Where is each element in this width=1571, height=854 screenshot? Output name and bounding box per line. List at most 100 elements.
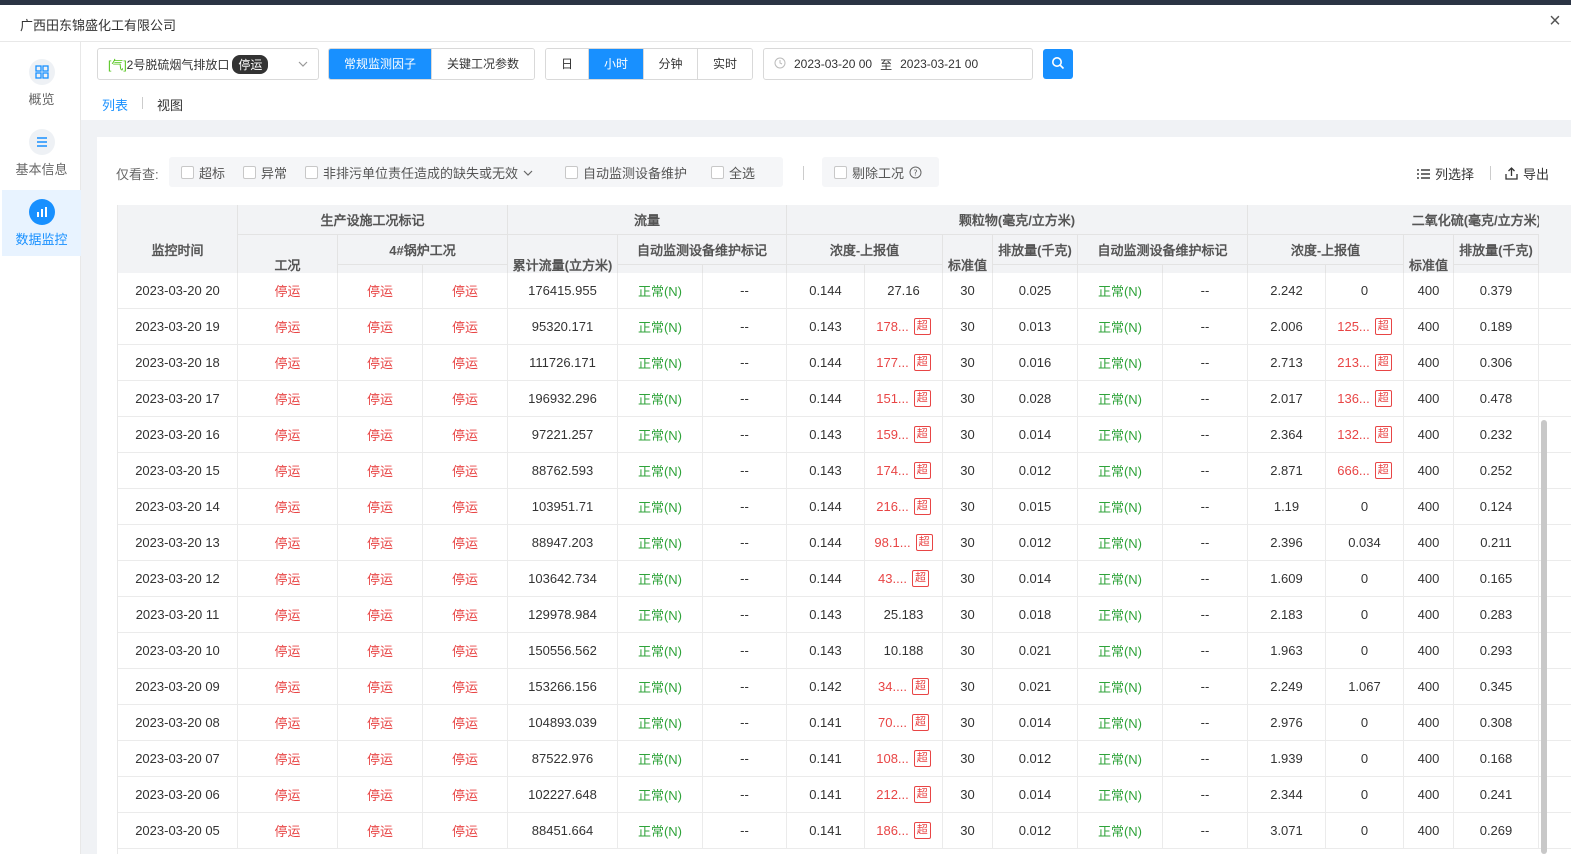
cell-value: 136...: [1337, 391, 1370, 406]
exceed-badge[interactable]: 超: [913, 426, 931, 443]
exceed-badge[interactable]: 超: [1374, 318, 1392, 335]
cell-so_e: 0.232: [1454, 417, 1539, 452]
exceed-badge[interactable]: 超: [913, 318, 931, 335]
cell-value: 30: [960, 355, 975, 370]
tab-realtime[interactable]: 实时: [698, 49, 752, 79]
column-select-button[interactable]: 列选择: [1417, 164, 1474, 183]
cell-so_c: 125... 超: [1326, 309, 1404, 344]
filter-missing[interactable]: 非排污单位责任造成的缺失或无效: [305, 163, 533, 182]
cell-pm_c: 186... 超: [865, 813, 943, 848]
sidebar-item-data-monitor[interactable]: 数据监控: [2, 190, 81, 256]
exceed-badge[interactable]: 超: [915, 534, 933, 551]
table-row[interactable]: 2023-03-20 10 停运 停运 停运 150556.562 正常(N) -- 0.14…: [118, 633, 1571, 669]
filter-option-label: 全选: [729, 166, 756, 181]
date-range-picker[interactable]: 2023-03-20 00 至 2023-03-21 00: [763, 48, 1033, 80]
cell-fman: --: [703, 669, 787, 704]
filter-abnormal[interactable]: 异常: [243, 163, 287, 182]
cell-cond: 停运: [238, 273, 338, 308]
cell-pm_c: 216... 超: [865, 489, 943, 524]
cell-bman: 停运: [423, 345, 508, 380]
sidebar-item-basic-info[interactable]: 基本信息: [2, 120, 81, 186]
close-icon[interactable]: ×: [1545, 11, 1565, 31]
cell-value: 停运: [366, 608, 393, 623]
cell-pman: --: [1163, 669, 1248, 704]
cell-value: 2023-03-20 11: [135, 607, 220, 622]
table-row[interactable]: 2023-03-20 14 停运 停运 停运 103951.71 正常(N) -- 0.144…: [118, 489, 1571, 525]
exceed-badge[interactable]: 超: [1374, 354, 1392, 371]
cell-so_s: 400: [1404, 669, 1454, 704]
cell-fauto: 正常(N): [618, 597, 703, 632]
export-label: 导出: [1523, 167, 1550, 182]
cell-value: 1.963: [1270, 643, 1303, 658]
export-button[interactable]: 导出: [1505, 164, 1549, 183]
help-icon[interactable]: ?: [909, 166, 922, 179]
table-row[interactable]: 2023-03-20 05 停运 停运 停运 88451.664 正常(N) -- 0.141…: [118, 813, 1571, 849]
exceed-badge[interactable]: 超: [1374, 462, 1392, 479]
cell-value: 停运: [366, 464, 393, 479]
sidebar-item-overview[interactable]: 概览: [2, 50, 81, 116]
chart-icon: [28, 199, 55, 225]
table-row[interactable]: 2023-03-20 06 停运 停运 停运 102227.648 正常(N) -- 0.14…: [118, 777, 1571, 813]
exceed-badge[interactable]: 超: [1374, 426, 1392, 443]
table-row[interactable]: 2023-03-20 08 停运 停运 停运 104893.039 正常(N) -- 0.14…: [118, 705, 1571, 741]
filter-maintenance[interactable]: 自动监测设备维护: [565, 163, 687, 182]
cell-bauto: 停运: [338, 345, 423, 380]
vertical-scrollbar[interactable]: [1541, 420, 1547, 854]
exceed-badge[interactable]: 超: [913, 498, 931, 515]
cell-fauto: 正常(N): [618, 417, 703, 452]
cell-time: 2023-03-20 14: [118, 489, 238, 524]
tab-regular-factors[interactable]: 常规监测因子: [329, 49, 432, 79]
header-pm-conc: 浓度-上报值: [787, 235, 943, 265]
table-row[interactable]: 2023-03-20 16 停运 停运 停运 97221.257 正常(N) -- 0.143…: [118, 417, 1571, 453]
window-title: 广西田东锦盛化工有限公司: [20, 18, 177, 33]
cell-value: 停运: [451, 824, 478, 839]
exclude-label: 剔除工况: [852, 166, 905, 181]
cell-bman: 停运: [423, 561, 508, 596]
outlet-select[interactable]: [气] 2号脱硫烟气排放口 停运: [97, 48, 319, 80]
tab-view[interactable]: 视图: [157, 95, 183, 114]
table-row[interactable]: 2023-03-20 07 停运 停运 停运 87522.976 正常(N) -- 0.141…: [118, 741, 1571, 777]
filter-exceed[interactable]: 超标: [181, 163, 225, 182]
tab-minute[interactable]: 分钟: [644, 49, 698, 79]
table-row[interactable]: 2023-03-20 15 停运 停运 停运 88762.593 正常(N) -- 0.143…: [118, 453, 1571, 489]
cell-pauto: 正常(N): [1078, 705, 1163, 740]
cell-value: 30: [960, 715, 975, 730]
table-row[interactable]: 2023-03-20 20 停运 停运 停运 176415.955 正常(N) -- 0.14…: [118, 273, 1571, 309]
filter-select-all[interactable]: 全选: [711, 163, 755, 182]
exceed-badge[interactable]: 超: [913, 390, 931, 407]
exclude-condition-checkbox[interactable]: 剔除工况 ?: [834, 163, 922, 182]
table-row[interactable]: 2023-03-20 09 停运 停运 停运 153266.156 正常(N) -- 0.14…: [118, 669, 1571, 705]
toolbar: [气] 2号脱硫烟气排放口 停运 常规监测因子 关键工况参数 日 小时 分钟 实…: [81, 42, 1571, 87]
cell-value: 停运: [451, 392, 478, 407]
cell-value: --: [1200, 715, 1210, 730]
table-row[interactable]: 2023-03-20 13 停运 停运 停运 88947.203 正常(N) -- 0.144…: [118, 525, 1571, 561]
table-row[interactable]: 2023-03-20 19 停运 停运 停运 95320.171 正常(N) -- 0.143…: [118, 309, 1571, 345]
cell-so_s: 400: [1404, 777, 1454, 812]
exceed-badge[interactable]: 超: [913, 462, 931, 479]
exceed-badge[interactable]: 超: [911, 678, 929, 695]
search-button[interactable]: [1043, 49, 1073, 79]
cell-value: 2.396: [1270, 535, 1303, 550]
exceed-badge[interactable]: 超: [911, 714, 929, 731]
table-row[interactable]: 2023-03-20 12 停运 停运 停运 103642.734 正常(N) -- 0.14…: [118, 561, 1571, 597]
chevron-down-icon: [298, 58, 308, 72]
exceed-badge[interactable]: 超: [911, 570, 929, 587]
cell-value: 30: [960, 283, 975, 298]
table-row[interactable]: 2023-03-20 11 停运 停运 停运 129978.984 正常(N) -- 0.14…: [118, 597, 1571, 633]
tab-key-parameters[interactable]: 关键工况参数: [432, 49, 534, 79]
cell-value: 停运: [274, 464, 301, 479]
table-row[interactable]: 2023-03-20 18 停运 停运 停运 111726.171 正常(N) -- 0.14…: [118, 345, 1571, 381]
cell-bman: 停运: [423, 597, 508, 632]
cell-so_m: 1.19: [1248, 489, 1326, 524]
table-row[interactable]: 2023-03-20 17 停运 停运 停运 196932.296 正常(N) -- 0.14…: [118, 381, 1571, 417]
exceed-badge[interactable]: 超: [913, 786, 931, 803]
exceed-badge[interactable]: 超: [1374, 390, 1392, 407]
cell-pm_s: 30: [943, 453, 993, 488]
tab-day[interactable]: 日: [546, 49, 589, 79]
exceed-badge[interactable]: 超: [913, 822, 931, 839]
exceed-badge[interactable]: 超: [913, 354, 931, 371]
tab-hour[interactable]: 小时: [589, 49, 644, 79]
exceed-badge[interactable]: 超: [913, 750, 931, 767]
tab-list[interactable]: 列表: [102, 95, 128, 114]
cell-so_m: 2.344: [1248, 777, 1326, 812]
